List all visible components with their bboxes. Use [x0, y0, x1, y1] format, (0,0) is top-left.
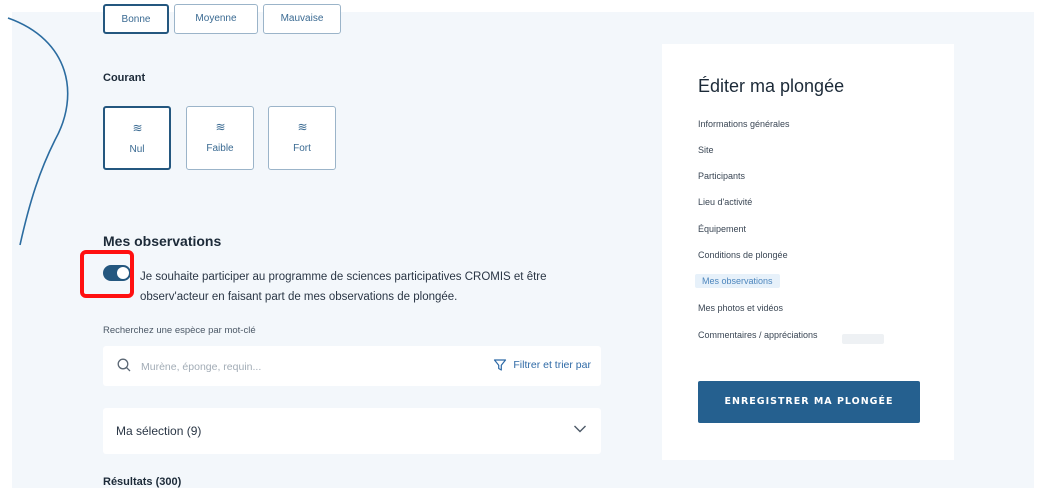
nav-item-participants[interactable]: Participants [698, 171, 745, 181]
nav-item-conditions-plongee[interactable]: Conditions de plongée [698, 250, 788, 260]
my-selection-accordion[interactable]: Ma sélection (9) [103, 408, 601, 454]
current-option-faible[interactable]: ≋ Faible [186, 106, 254, 170]
participation-consent-text: Je souhaite participer au programme de s… [140, 271, 547, 303]
visibility-option-mauvaise[interactable]: Mauvaise [263, 4, 341, 34]
filter-sort-label: Filtrer et trier par [513, 359, 591, 371]
species-search-box: Filtrer et trier par [103, 346, 601, 386]
wave-icon: ≋ [132, 121, 142, 135]
nav-item-site[interactable]: Site [698, 145, 714, 155]
current-option-label: Faible [206, 143, 234, 154]
nav-item-mes-observations[interactable]: Mes observations [695, 274, 780, 288]
search-icon [117, 358, 131, 372]
edit-dive-panel: Éditer ma plongée Informations générales… [662, 44, 954, 460]
filter-icon [494, 359, 507, 371]
results-heading: Résultats (300) [103, 476, 182, 488]
save-dive-button[interactable]: ENREGISTRER MA PLONGÉE [698, 381, 920, 423]
current-option-label: Nul [129, 144, 145, 155]
nav-item-equipement[interactable]: Équipement [698, 224, 746, 234]
species-search-label: Recherchez une espèce par mot-clé [103, 325, 256, 336]
blurred-badge [842, 334, 884, 344]
species-search-input[interactable] [139, 356, 303, 378]
nav-item-commentaires[interactable]: Commentaires / appréciations [698, 330, 818, 340]
filter-sort-button[interactable]: Filtrer et trier par [493, 358, 591, 372]
current-section-title: Courant [103, 72, 146, 84]
nav-item-informations-generales[interactable]: Informations générales [698, 119, 790, 129]
current-option-label: Fort [293, 143, 311, 154]
nav-item-lieu-activite[interactable]: Lieu d'activité [698, 197, 752, 207]
toggle-highlight-annotation [80, 250, 134, 298]
current-option-fort[interactable]: ≋ Fort [268, 106, 336, 170]
nav-item-photos-videos[interactable]: Mes photos et vidéos [698, 303, 783, 313]
wave-icon: ≋ [215, 120, 225, 134]
observations-section-title: Mes observations [103, 233, 222, 249]
wave-icon: ≋ [297, 120, 307, 134]
visibility-option-bonne[interactable]: Bonne [103, 4, 169, 34]
current-option-nul[interactable]: ≋ Nul [103, 106, 171, 170]
decorative-wave-line [7, 17, 69, 246]
my-selection-label: Ma sélection (9) [116, 424, 202, 438]
chevron-down-icon [574, 425, 586, 433]
visibility-option-moyenne[interactable]: Moyenne [174, 4, 258, 34]
panel-title: Éditer ma plongée [698, 76, 845, 96]
